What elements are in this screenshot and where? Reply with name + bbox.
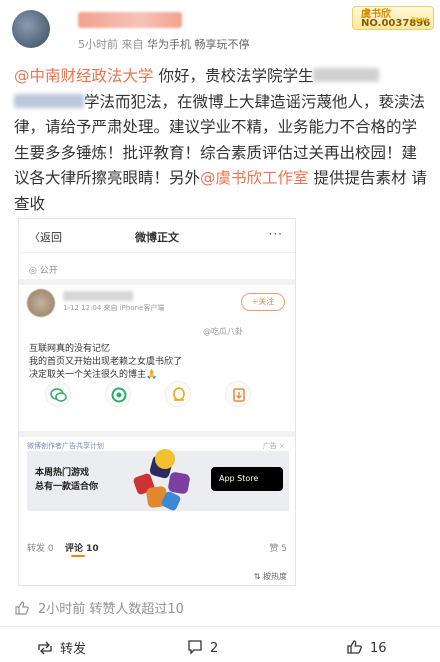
tab-likes[interactable]: 赞 5 [269,541,287,554]
ad-banner[interactable]: 本周热门游戏 总有一款适合你 App Store [27,449,289,511]
globe-icon: ◎ [29,266,37,276]
post-time: 5小时前 [78,38,118,51]
sort-by-hot[interactable]: ⇅ 按热度 [254,571,287,582]
follow-button[interactable]: +关注 [241,293,285,311]
qq-share-icon[interactable] [165,381,191,407]
like-count: 16 [370,641,387,656]
footer-divider [0,626,440,627]
save-image-icon[interactable] [225,381,251,407]
screenshot-line-3: 决定取关一个关注很久的博主🙏 [29,370,158,380]
ad-header[interactable]: 微博创作者广告共享计划 [27,441,104,451]
thumbs-up-icon [14,600,30,620]
repost-label: 转发 [60,642,87,657]
app-store-label: App Store [219,474,259,483]
tab-comments[interactable]: 评论 10 [65,541,99,554]
screenshot-avatar [27,289,55,317]
repost-icon [38,641,52,655]
engagement-summary[interactable]: 2小时前 转赞人数超过10 [14,598,184,620]
fan-badge[interactable]: 虞书欣 NO.0037896 FANS [352,6,434,30]
post-text-part1: 你好，贵校法学院学生 [153,67,314,85]
comment-button[interactable]: 2 [186,638,218,656]
tab-repost[interactable]: 转发 0 [27,541,54,554]
ad-close[interactable]: 广告 × [263,441,285,451]
post-from: 来自 [121,38,144,51]
game-icons-collage [133,449,190,511]
redacted-name [313,68,380,82]
comment-icon [188,640,202,655]
visibility-text: 公开 [39,266,58,276]
watermark: @吃瓜八卦 [203,327,243,336]
visibility-label: ◎ 公开 [29,263,58,276]
username-redacted[interactable] [78,12,182,28]
sort-label: 按热度 [263,572,287,581]
section-divider [19,279,295,285]
screenshot-tabs: 转发 0 评论 10 赞 5 [19,537,295,557]
app-store-button[interactable]: App Store [211,467,283,491]
ad-line-2: 总有一款适合你 [35,482,99,492]
mention-university[interactable]: @中南财经政法大学 [14,67,154,85]
action-bar: 转发 2 16 [0,632,440,662]
avatar[interactable] [12,10,50,48]
ad-line-1: 本周热门游戏 [35,468,90,478]
post-source[interactable]: 华为手机 畅享玩不停 [147,38,250,51]
like-button[interactable]: 16 [346,638,387,656]
engagement-text: 2小时前 转赞人数超过10 [38,602,184,617]
active-tab-indicator [71,555,85,557]
like-icon [347,640,362,654]
screenshot-post-text: 互联网真的没有记忆 我的首页又开始出现老赖之女虞书欣了 决定取关一个关注很久的博… [29,343,279,382]
post-header: 5小时前 来自 华为手机 畅享玩不停 虞书欣 NO.0037896 FANS [0,0,440,58]
screenshot-title: 微博正文 [135,231,179,244]
post-meta: 5小时前 来自 华为手机 畅享玩不停 [78,36,250,52]
screenshot-username-redacted [63,291,133,301]
comment-count: 2 [210,641,219,656]
screenshot-nav-bar: 〈返回 微博正文 ··· [19,219,295,253]
sort-icon: ⇅ [253,572,261,581]
moments-share-icon[interactable] [105,381,131,407]
post-text: @中南财经政法大学 你好，贵校法学院学生 学法而犯法，在微博上大肆造谣污蔑他人，亵… [14,64,428,217]
redacted-link[interactable] [14,93,84,108]
screenshot-time: 1-12 12:04 来自 iPhone客户端 [63,304,165,312]
more-icon[interactable]: ··· [269,227,283,241]
screenshot-line-2: 我的首页又开始出现老赖之女虞书欣了 [29,357,183,367]
fan-badge-tag: FANS [411,17,429,24]
wechat-share-icon[interactable] [45,381,71,407]
screenshot-line-1: 互联网真的没有记忆 [29,344,111,354]
repost-button[interactable]: 转发 [36,638,86,657]
mention-studio[interactable]: @虞书欣工作室 [200,169,309,187]
embedded-screenshot[interactable]: 〈返回 微博正文 ··· ◎ 公开 1-12 12:04 来自 iPhone客户… [18,218,296,586]
section-divider [19,431,295,437]
